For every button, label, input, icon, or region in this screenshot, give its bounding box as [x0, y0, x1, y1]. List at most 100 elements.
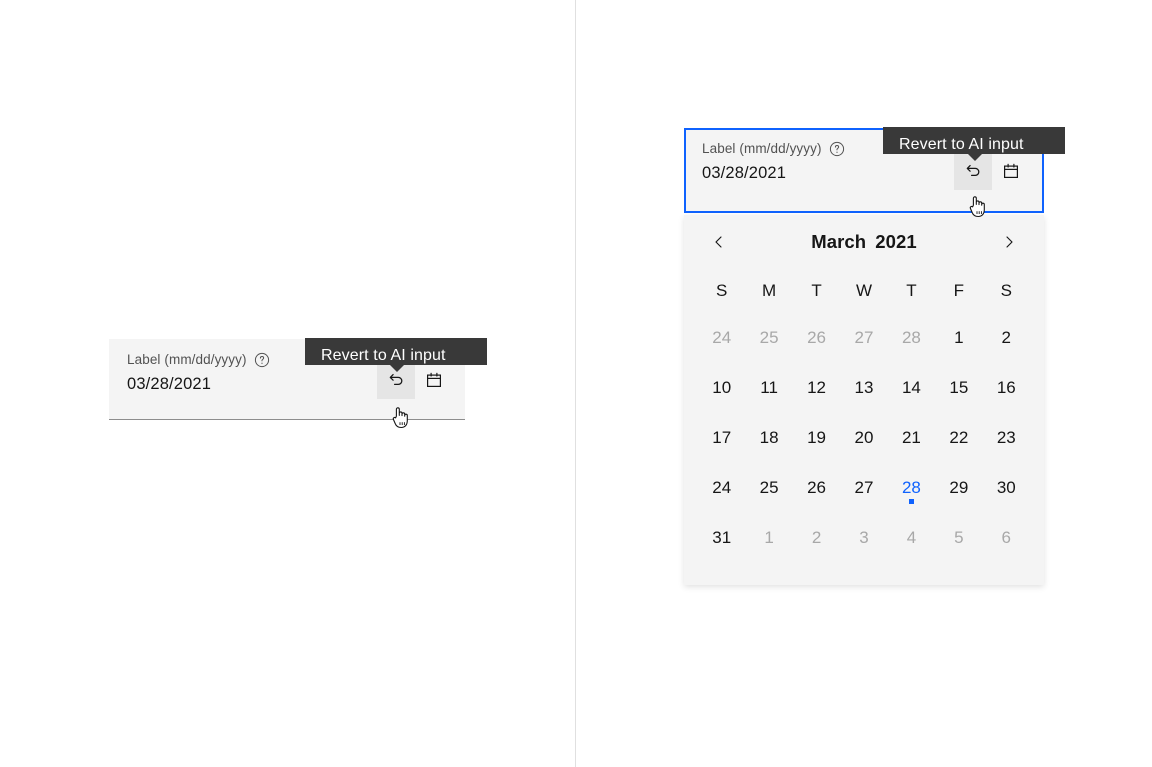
calendar-day[interactable]: 22 [935, 413, 982, 463]
chevron-right-icon [1006, 236, 1013, 248]
tooltip-arrow [389, 364, 405, 372]
calendar-day-number: 19 [807, 428, 827, 447]
calendar-button[interactable] [415, 361, 453, 399]
calendar-day-number: 3 [859, 528, 869, 547]
revert-tooltip-focused: Revert to AI input [883, 127, 1065, 161]
calendar-day[interactable]: 16 [983, 363, 1030, 413]
calendar-day-number: 22 [949, 428, 969, 447]
calendar-day[interactable]: 4 [888, 513, 935, 563]
selected-day-dot [908, 499, 914, 504]
help-circle-icon[interactable] [829, 141, 845, 157]
calendar-day-number: 1 [764, 528, 774, 547]
calendar-month: March [811, 231, 867, 252]
calendar-day[interactable]: 26 [793, 463, 840, 513]
chevron-left-icon [715, 236, 722, 248]
calendar-day-number: 26 [807, 478, 827, 497]
calendar-day[interactable]: 26 [793, 313, 840, 363]
calendar-day-number: 28 [901, 478, 921, 497]
calendar-day[interactable]: 18 [745, 413, 792, 463]
calendar-day[interactable]: 25 [745, 313, 792, 363]
calendar-day[interactable]: 20 [840, 413, 887, 463]
calendar-day[interactable]: 1 [745, 513, 792, 563]
calendar-day[interactable]: 24 [698, 463, 745, 513]
calendar-day-number: 4 [906, 528, 917, 547]
calendar-weekday: W [855, 281, 873, 300]
calendar-day[interactable]: 28 [888, 313, 935, 363]
calendar-day-number: 24 [712, 328, 732, 347]
revert-tooltip-default: Revert to AI input [305, 338, 487, 372]
next-month-button[interactable] [994, 227, 1024, 257]
calendar-day[interactable]: 24 [698, 313, 745, 363]
calendar-day[interactable]: 6 [983, 513, 1030, 563]
calendar-day[interactable]: 11 [745, 363, 792, 413]
calendar-day-number: 20 [854, 428, 874, 447]
calendar-day[interactable]: 2 [793, 513, 840, 563]
calendar-button[interactable] [992, 152, 1030, 190]
calendar-day-number: 5 [954, 528, 964, 547]
calendar-weekday: T [906, 281, 917, 300]
revert-tooltip-text: Revert to AI input [321, 347, 446, 364]
calendar-day[interactable]: 25 [745, 463, 792, 513]
calendar-day[interactable]: 29 [935, 463, 982, 513]
pane-divider [575, 0, 576, 767]
calendar-day[interactable]: 15 [935, 363, 982, 413]
calendar-day-number: 26 [807, 328, 827, 347]
calendar-icon [1003, 163, 1019, 179]
calendar-day-number: 27 [854, 328, 874, 347]
calendar-day-number: 24 [712, 478, 732, 497]
calendar-day-number: 30 [996, 478, 1016, 497]
calendar-weekday: F [953, 281, 965, 300]
calendar-day[interactable]: 3 [840, 513, 887, 563]
calendar-day-number: 2 [1001, 328, 1011, 347]
date-input-label: Label (mm/dd/yyyy) [702, 141, 822, 156]
calendar-day[interactable]: 21 [888, 413, 935, 463]
calendar-day-number: 17 [712, 428, 732, 447]
calendar-day[interactable]: 27 [840, 313, 887, 363]
calendar-title: March 2021 [811, 231, 917, 253]
previous-month-button[interactable] [704, 227, 734, 257]
calendar-day-number: 21 [901, 428, 921, 447]
calendar-day-number: 1 [954, 328, 964, 347]
calendar-day-number: 10 [712, 378, 732, 397]
calendar-day-number: 11 [760, 378, 778, 397]
calendar-panel[interactable]: March 2021 SMTWTFS 24 25 26 27 28 1 2 10 11 12 13 1… [684, 215, 1044, 585]
calendar-weekday: T [811, 281, 822, 300]
calendar-day-number: 13 [854, 378, 874, 397]
calendar-day[interactable]: 30 [983, 463, 1030, 513]
calendar-day-number: 25 [759, 328, 779, 347]
calendar-day-grid[interactable]: 24 25 26 27 28 1 2 10 11 12 13 14 15 16 17 18 19 20 21 22 23… [684, 313, 1044, 563]
calendar-day-number: 14 [901, 378, 921, 397]
calendar-day-number: 25 [759, 478, 779, 497]
tooltip-arrow [967, 153, 983, 161]
calendar-header: March 2021 [684, 215, 1044, 269]
calendar-day[interactable]: 12 [793, 363, 840, 413]
date-input-label: Label (mm/dd/yyyy) [127, 352, 247, 367]
calendar-day[interactable]: 27 [840, 463, 887, 513]
calendar-year: 2021 [875, 231, 917, 252]
calendar-day[interactable]: 2 [983, 313, 1030, 363]
calendar-day-number: 18 [759, 428, 779, 447]
revert-tooltip-text: Revert to AI input [899, 136, 1024, 153]
calendar-weekday: S [716, 281, 728, 300]
calendar-day[interactable]: 14 [888, 363, 935, 413]
calendar-day[interactable]: 19 [793, 413, 840, 463]
calendar-day-selected[interactable]: 28 [888, 463, 935, 513]
calendar-day[interactable]: 5 [935, 513, 982, 563]
calendar-day[interactable]: 13 [840, 363, 887, 413]
calendar-day-number: 27 [854, 478, 874, 497]
calendar-weekday: S [1000, 281, 1012, 300]
calendar-weekday-row: SMTWTFS [684, 269, 1044, 313]
calendar-day-number: 29 [949, 478, 969, 497]
calendar-day[interactable]: 31 [698, 513, 745, 563]
calendar-day-number: 23 [996, 428, 1016, 447]
calendar-day-number: 12 [807, 378, 827, 397]
calendar-day-number: 31 [712, 528, 732, 547]
calendar-day[interactable]: 23 [983, 413, 1030, 463]
date-input-actions [954, 152, 1030, 190]
calendar-day-number: 2 [811, 528, 822, 547]
calendar-day[interactable]: 10 [698, 363, 745, 413]
calendar-day[interactable]: 17 [698, 413, 745, 463]
calendar-day-number: 6 [1001, 528, 1011, 547]
calendar-day[interactable]: 1 [935, 313, 982, 363]
help-circle-icon[interactable] [254, 352, 270, 368]
